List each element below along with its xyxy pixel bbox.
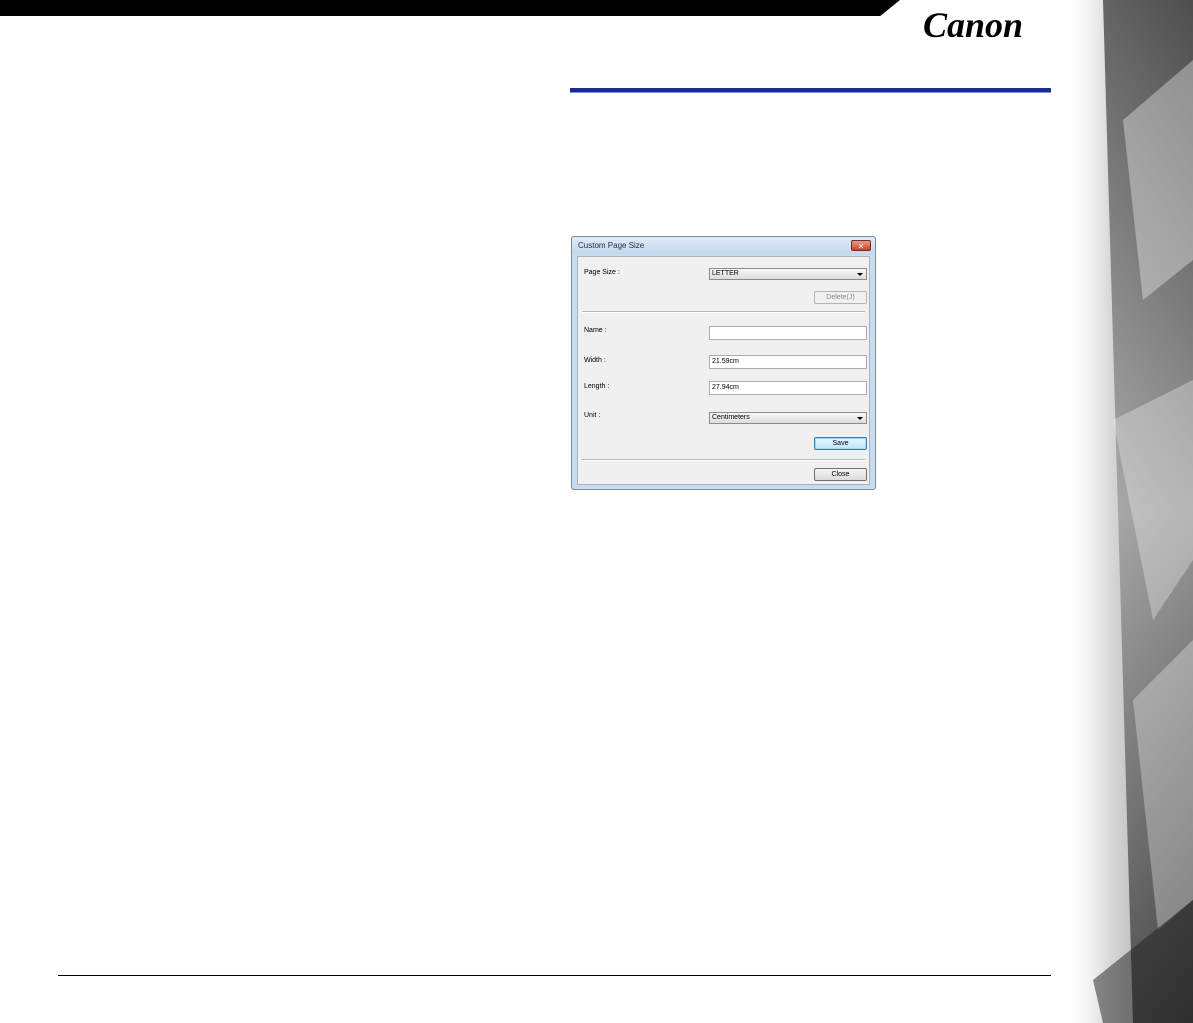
separator	[582, 459, 865, 461]
length-field[interactable]: 27.94cm	[709, 381, 867, 395]
unit-label: Unit :	[584, 412, 601, 419]
top-banner	[0, 0, 900, 16]
length-label: Length :	[584, 383, 610, 390]
dialog-titlebar[interactable]: Custom Page Size ✕	[572, 237, 875, 254]
footer-rule	[58, 975, 1051, 976]
decorative-edge-graphic	[1063, 0, 1193, 1023]
name-field[interactable]	[709, 326, 867, 340]
custom-page-size-dialog: Custom Page Size ✕ Page Size : LETTER De…	[571, 236, 876, 490]
page-size-label: Page Size :	[584, 269, 620, 276]
canon-logo: Canon	[923, 5, 1023, 44]
page-size-value: LETTER	[712, 270, 739, 277]
separator	[582, 311, 865, 313]
width-label: Width :	[584, 357, 606, 364]
svg-text:Canon: Canon	[923, 5, 1023, 44]
width-field[interactable]: 21.59cm	[709, 355, 867, 369]
chevron-down-icon	[857, 417, 863, 420]
unit-value: Centimeters	[712, 414, 750, 421]
page-size-dropdown[interactable]: LETTER	[709, 268, 867, 280]
chevron-down-icon	[857, 273, 863, 276]
unit-dropdown[interactable]: Centimeters	[709, 412, 867, 424]
save-button[interactable]: Save	[814, 437, 867, 450]
close-icon[interactable]: ✕	[851, 240, 871, 251]
dialog-title: Custom Page Size	[578, 241, 645, 250]
close-button[interactable]: Close	[814, 468, 867, 481]
dialog-client-area: Page Size : LETTER Delete(J) Name : Widt…	[577, 256, 870, 485]
delete-button[interactable]: Delete(J)	[814, 291, 867, 304]
name-label: Name :	[584, 327, 607, 334]
section-title-rule	[570, 88, 1051, 93]
